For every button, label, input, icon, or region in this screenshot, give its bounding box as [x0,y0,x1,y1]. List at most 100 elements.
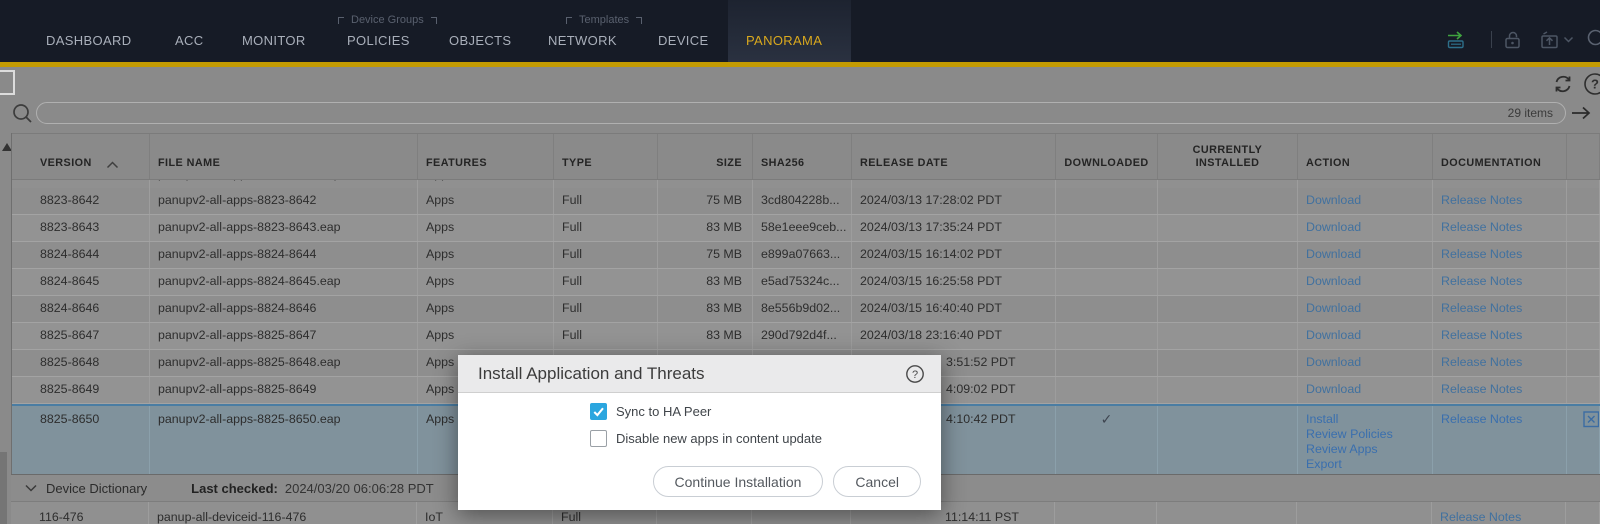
tab-acc[interactable]: ACC [175,33,204,48]
download-link[interactable]: Download [1306,274,1361,288]
release-notes-link[interactable]: Release Notes [1441,180,1522,181]
column-header-downloaded[interactable]: DOWNLOADED [1056,134,1158,179]
features-cell: Apps [418,188,554,214]
dialog-title: Install Application and Threats [478,364,905,384]
top-nav: DASHBOARD ACC MONITOR POLICIES OBJECTS NETWOR… [0,0,1600,62]
close-icon[interactable] [1583,411,1600,428]
release-notes-link[interactable]: Release Notes [1441,382,1522,396]
column-header-sha256[interactable]: SHA256 [753,134,852,179]
refresh-icon[interactable] [1551,72,1575,96]
table-row[interactable]: 8823-8643panupv2-all-apps-8823-8643.eapA… [12,215,1600,242]
column-header-stub [1567,134,1600,179]
downloaded-cell [1056,323,1158,349]
cancel-button[interactable]: Cancel [833,466,921,497]
table-row[interactable]: 8824-8645panupv2-all-apps-8824-8645.eapA… [12,269,1600,296]
action-cell: Download [1298,296,1433,322]
column-header-version[interactable]: VERSION [12,134,150,179]
tab-device[interactable]: DEVICE [658,33,709,48]
column-header-release-date[interactable]: RELEASE DATE [852,134,1056,179]
download-link[interactable]: Download [1306,301,1361,315]
templates-group-label: Templates [566,14,642,26]
download-link[interactable]: Download [1306,382,1361,396]
continue-installation-button[interactable]: Continue Installation [653,466,824,497]
save-icon[interactable] [1538,28,1562,52]
downloaded-cell [1056,188,1158,214]
column-header-size[interactable]: SIZE [658,134,753,179]
last-checked-label: Last checked: [191,481,278,496]
export-link[interactable]: Export [1306,457,1424,472]
downloaded-check: ✓ [1056,406,1158,474]
column-header-documentation[interactable]: DOCUMENTATION [1433,134,1567,179]
download-link[interactable]: Download [1306,180,1361,181]
active-tab-highlight [728,0,851,62]
stub-cell [1566,502,1600,524]
release-notes-link[interactable]: Release Notes [1441,247,1522,261]
release-notes-link[interactable]: Release Notes [1441,301,1522,315]
chevron-down-icon[interactable] [1563,36,1574,44]
table-row[interactable]: 8825-8647panupv2-all-apps-8825-8647AppsF… [12,323,1600,350]
unlock-icon[interactable] [1501,28,1525,52]
column-header-type[interactable]: TYPE [554,134,658,179]
chevron-down-icon[interactable] [24,483,38,493]
tab-panorama[interactable]: PANORAMA [746,33,822,48]
download-link[interactable]: Download [1306,355,1361,369]
sha256-cell: 58e1eee9ceb... [753,215,852,241]
tab-objects[interactable]: OBJECTS [449,33,511,48]
checkbox-label: Sync to HA Peer [616,404,711,419]
help-icon[interactable]: ? [905,364,925,384]
column-header-features[interactable]: FEATURES [418,134,554,179]
size-cell: 75 MB [658,242,753,268]
currently-installed-cell [1158,323,1298,349]
checkbox-label: Disable new apps in content update [616,431,822,446]
tab-dashboard[interactable]: DASHBOARD [46,33,132,48]
download-link[interactable]: Download [1306,193,1361,207]
checkbox-unchecked[interactable] [590,430,607,447]
column-header-file-name[interactable]: FILE NAME [150,134,418,179]
release-notes-link[interactable]: Release Notes [1441,355,1522,369]
stub-cell [1567,180,1600,188]
currently-installed-cell [1158,242,1298,268]
filter-search-input[interactable]: 29 items [36,102,1566,124]
release-notes-link[interactable]: Release Notes [1441,274,1522,288]
review-policies-link[interactable]: Review Policies [1306,427,1424,442]
check-icon [591,404,606,419]
features-cell: Apps [418,323,554,349]
tab-policies[interactable]: POLICIES [347,33,410,48]
type-cell: Full [554,323,658,349]
table-header: VERSIONFILE NAMEFEATURESTYPESIZESHA256RE… [12,133,1600,180]
release-notes-link[interactable]: Release Notes [1440,510,1521,524]
commit-icon[interactable] [1444,28,1468,52]
review-apps-link[interactable]: Review Apps [1306,442,1424,457]
type-cell: Full [554,296,658,322]
help-icon[interactable]: ? [1583,72,1600,96]
install-link[interactable]: Install [1306,412,1424,427]
action-cell: Download [1298,215,1433,241]
apply-filter-arrow-icon[interactable] [1569,104,1593,122]
table-row[interactable]: 8823-8642panupv2-all-apps-8823-8642AppsF… [12,188,1600,215]
download-link[interactable]: Download [1306,247,1361,261]
file-name-cell: panupv2-all-apps-8822-8640.eap [150,180,418,188]
column-header-currently-installed[interactable]: CURRENTLY INSTALLED [1158,134,1298,179]
column-header-action[interactable]: ACTION [1298,134,1433,179]
tab-monitor[interactable]: MONITOR [242,33,306,48]
documentation-cell: Release Notes [1433,296,1567,322]
sort-asc-icon [106,161,119,169]
table-row[interactable]: 8824-8644panupv2-all-apps-8824-8644AppsF… [12,242,1600,269]
table-row[interactable]: 8824-8646panupv2-all-apps-8824-8646AppsF… [12,296,1600,323]
version-cell: 8824-8644 [12,242,150,268]
search-icon[interactable] [1586,28,1600,52]
version-cell: 8823-8642 [12,188,150,214]
currently-installed-cell [1158,269,1298,295]
table-row[interactable]: 8822-8640 panupv2-all-apps-8822-8640.eap… [12,180,1600,188]
download-link[interactable]: Download [1306,328,1361,342]
vertical-scrollbar-thumb[interactable] [0,452,7,524]
release-notes-link[interactable]: Release Notes [1441,193,1522,207]
tab-network[interactable]: NETWORK [548,33,617,48]
release-notes-link[interactable]: Release Notes [1441,412,1558,427]
checkbox-checked[interactable] [590,403,607,420]
currently-installed-cell [1158,406,1298,474]
release-notes-link[interactable]: Release Notes [1441,220,1522,234]
release-notes-link[interactable]: Release Notes [1441,328,1522,342]
currently-installed-cell [1158,296,1298,322]
download-link[interactable]: Download [1306,220,1361,234]
